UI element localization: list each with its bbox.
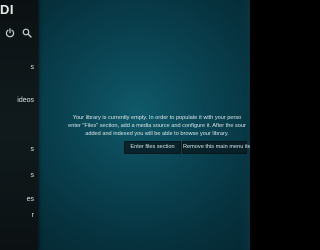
sidebar-item-label: s — [30, 146, 35, 153]
enter-files-section-button[interactable]: Enter files section — [124, 141, 181, 154]
sidebar-item-movies[interactable]: s — [0, 61, 38, 75]
remove-menu-item-button[interactable]: Remove this main menu item — [182, 141, 250, 154]
sidebar: DI s ideos s s es r — [0, 0, 38, 250]
library-empty-message: Your library is currently empty. In orde… — [52, 114, 250, 139]
message-line: added and indexed you will be able to br… — [85, 131, 229, 138]
sidebar-item-music-videos[interactable]: ideos — [0, 94, 38, 108]
message-line: enter "Files" section, add a media sourc… — [68, 123, 246, 130]
sidebar-item-weather[interactable]: r — [0, 209, 38, 223]
sidebar-item-favourites[interactable]: es — [0, 193, 38, 207]
sidebar-item-label: s — [30, 64, 35, 71]
sidebar-item-tv[interactable]: s — [0, 143, 38, 157]
sidebar-item-pictures[interactable]: s — [0, 169, 38, 183]
kodi-window: DI s ideos s s es r Your library is curr… — [0, 0, 250, 250]
sidebar-item-label: s — [30, 172, 35, 179]
sidebar-item-label: ideos — [17, 97, 34, 104]
search-icon[interactable] — [22, 25, 32, 38]
sidebar-item-label: es — [26, 196, 34, 203]
power-icon[interactable] — [5, 25, 15, 38]
sidebar-item-label: r — [31, 212, 34, 219]
message-line: Your library is currently empty. In orde… — [72, 115, 242, 121]
kodi-logo: DI — [0, 2, 14, 17]
